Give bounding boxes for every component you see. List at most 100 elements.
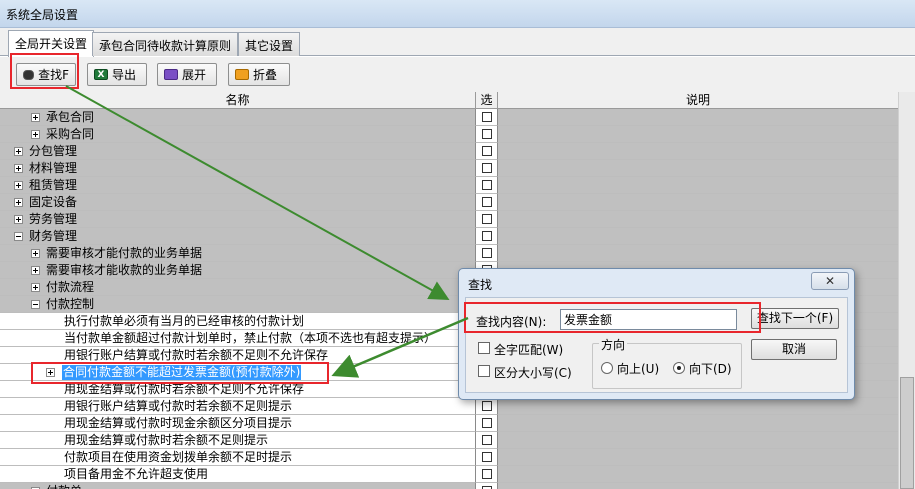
row-checkbox[interactable]	[482, 418, 492, 428]
tree-row-name-cell[interactable]: 租赁管理	[0, 177, 476, 194]
row-checkbox[interactable]	[482, 129, 492, 139]
tree-row-desc-cell[interactable]	[498, 245, 898, 262]
tree-row-desc-cell[interactable]	[498, 415, 898, 432]
tree-row[interactable]: 材料管理	[0, 160, 898, 177]
tree-row-name-cell[interactable]: 财务管理	[0, 228, 476, 245]
tree-row-desc-cell[interactable]	[498, 483, 898, 489]
tree-row-desc-cell[interactable]	[498, 211, 898, 228]
find-button[interactable]: 查找F	[16, 63, 76, 86]
expand-plus-icon[interactable]	[14, 198, 23, 207]
tree-row-desc-cell[interactable]	[498, 143, 898, 160]
tree-row-name-cell[interactable]: 承包合同	[0, 109, 476, 126]
tree-row-name-cell[interactable]: 付款控制	[0, 296, 476, 313]
tree-row[interactable]: 用银行账户结算或付款时若余额不足则提示	[0, 398, 898, 415]
tree-row[interactable]: 劳务管理	[0, 211, 898, 228]
match-case-checkbox[interactable]	[478, 365, 490, 377]
row-checkbox[interactable]	[482, 180, 492, 190]
tree-row-name-cell[interactable]: 劳务管理	[0, 211, 476, 228]
tree-row[interactable]: 用现金结算或付款时现金余额区分项目提示	[0, 415, 898, 432]
row-checkbox[interactable]	[482, 214, 492, 224]
expand-plus-icon[interactable]	[31, 249, 40, 258]
tree-row-name-cell[interactable]: 用现金结算或付款时现金余额区分项目提示	[0, 415, 476, 432]
tree-row-name-cell[interactable]: 当付款单金额超过付款计划单时，禁止付款（本项不选也有超支提示）	[0, 330, 476, 347]
tree-row-desc-cell[interactable]	[498, 432, 898, 449]
tree-row[interactable]: 租赁管理	[0, 177, 898, 194]
expand-plus-icon[interactable]	[14, 215, 23, 224]
tree-row-name-cell[interactable]: 项目备用金不允许超支使用	[0, 466, 476, 483]
tree-row-desc-cell[interactable]	[498, 228, 898, 245]
tree-row-desc-cell[interactable]	[498, 126, 898, 143]
tree-row-name-cell[interactable]: 用银行账户结算或付款时若余额不足则不允许保存	[0, 347, 476, 364]
tree-row[interactable]: 需要审核才能付款的业务单据	[0, 245, 898, 262]
tab-other-settings[interactable]: 其它设置	[238, 32, 301, 56]
expand-plus-icon[interactable]	[14, 181, 23, 190]
tree-row[interactable]: 项目备用金不允许超支使用	[0, 466, 898, 483]
row-checkbox[interactable]	[482, 163, 492, 173]
export-button[interactable]: X 导出	[87, 63, 147, 86]
expand-plus-icon[interactable]	[31, 283, 40, 292]
tree-row[interactable]: 付款单	[0, 483, 898, 489]
tree-row-name-cell[interactable]: 分包管理	[0, 143, 476, 160]
expand-plus-icon[interactable]	[14, 147, 23, 156]
tree-row[interactable]: 固定设备	[0, 194, 898, 211]
fold-button[interactable]: 折叠	[228, 63, 290, 86]
tree-row-name-cell[interactable]: 材料管理	[0, 160, 476, 177]
tree-row-desc-cell[interactable]	[498, 109, 898, 126]
row-checkbox[interactable]	[482, 401, 492, 411]
expand-plus-icon[interactable]	[31, 113, 40, 122]
column-header-name[interactable]: 名称	[0, 92, 476, 109]
tree-row-name-cell[interactable]: 固定设备	[0, 194, 476, 211]
tab-global-switches[interactable]: 全局开关设置	[8, 30, 95, 57]
column-header-select[interactable]: 选	[476, 92, 498, 109]
tree-row-name-cell[interactable]: 付款项目在使用资金划拨单余额不足时提示	[0, 449, 476, 466]
tree-row-name-cell[interactable]: 用现金结算或付款时若余额不足则提示	[0, 432, 476, 449]
tree-row-name-cell[interactable]: 付款单	[0, 483, 476, 489]
collapse-minus-icon[interactable]	[31, 300, 40, 309]
expand-plus-icon[interactable]	[14, 164, 23, 173]
tree-row[interactable]: 采购合同	[0, 126, 898, 143]
tree-row[interactable]: 财务管理	[0, 228, 898, 245]
tree-row[interactable]: 付款项目在使用资金划拨单余额不足时提示	[0, 449, 898, 466]
row-checkbox[interactable]	[482, 469, 492, 479]
collapse-minus-icon[interactable]	[14, 232, 23, 241]
scrollbar-thumb[interactable]	[900, 377, 914, 489]
row-checkbox[interactable]	[482, 452, 492, 462]
row-checkbox[interactable]	[482, 435, 492, 445]
tree-row[interactable]: 分包管理	[0, 143, 898, 160]
expand-plus-icon[interactable]	[31, 130, 40, 139]
direction-down-radio[interactable]	[673, 362, 685, 374]
tree-row-desc-cell[interactable]	[498, 194, 898, 211]
direction-up-radio[interactable]	[601, 362, 613, 374]
tree-row-name-cell[interactable]: 执行付款单必须有当月的已经审核的付款计划	[0, 313, 476, 330]
row-checkbox[interactable]	[482, 248, 492, 258]
tree-row[interactable]: 用现金结算或付款时若余额不足则提示	[0, 432, 898, 449]
row-checkbox[interactable]	[482, 112, 492, 122]
close-button[interactable]: ✕	[811, 272, 849, 290]
tree-row-desc-cell[interactable]	[498, 466, 898, 483]
row-checkbox[interactable]	[482, 146, 492, 156]
tree-row-desc-cell[interactable]	[498, 398, 898, 415]
find-content-input[interactable]	[560, 309, 737, 330]
tree-row-name-cell[interactable]: 合同付款金额不能超过发票金额(预付款除外)	[0, 364, 476, 381]
expand-plus-icon[interactable]	[46, 368, 55, 377]
expand-plus-icon[interactable]	[31, 266, 40, 275]
tree-row-name-cell[interactable]: 付款流程	[0, 279, 476, 296]
tree-row-name-cell[interactable]: 需要审核才能收款的业务单据	[0, 262, 476, 279]
row-checkbox[interactable]	[482, 197, 492, 207]
tree-row[interactable]: 承包合同	[0, 109, 898, 126]
tree-row-name-cell[interactable]: 用现金结算或付款时若余额不足则不允许保存	[0, 381, 476, 398]
find-next-button[interactable]: 查找下一个(F)	[751, 308, 839, 329]
column-header-desc[interactable]: 说明	[498, 92, 898, 109]
row-checkbox[interactable]	[482, 231, 492, 241]
tab-contract-receivable-rules[interactable]: 承包合同待收款计算原则	[92, 32, 239, 56]
expand-button[interactable]: 展开	[157, 63, 217, 86]
whole-word-checkbox[interactable]	[478, 342, 490, 354]
tree-row-name-cell[interactable]: 用银行账户结算或付款时若余额不足则提示	[0, 398, 476, 415]
tree-row-desc-cell[interactable]	[498, 160, 898, 177]
vertical-scrollbar[interactable]	[898, 92, 915, 489]
tree-row-name-cell[interactable]: 采购合同	[0, 126, 476, 143]
tree-row-name-cell[interactable]: 需要审核才能付款的业务单据	[0, 245, 476, 262]
cancel-button[interactable]: 取消	[751, 339, 837, 360]
tree-row-desc-cell[interactable]	[498, 177, 898, 194]
tree-row-desc-cell[interactable]	[498, 449, 898, 466]
